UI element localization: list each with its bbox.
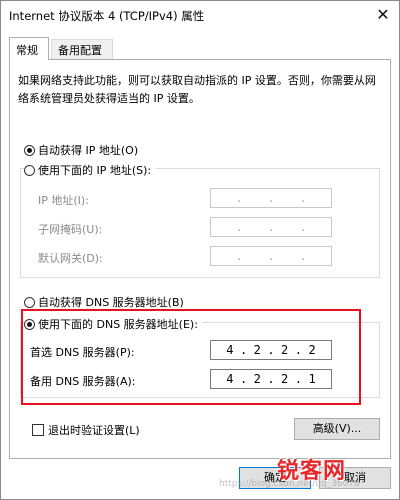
radio-manual-dns[interactable]: 使用下面的 DNS 服务器地址(E): [24, 316, 202, 332]
radio-auto-dns[interactable]: 自动获得 DNS 服务器地址(B) [24, 294, 184, 310]
subnet-mask-input[interactable]: ... [210, 217, 332, 237]
validate-settings-checkbox[interactable]: 退出时验证设置(L) [32, 422, 140, 438]
radio-checked-icon [24, 145, 35, 156]
tab-general[interactable]: 常规 [9, 37, 49, 60]
radio-unchecked-icon [24, 165, 35, 176]
preferred-dns-label: 首选 DNS 服务器(P): [30, 346, 135, 359]
default-gateway-input[interactable]: ... [210, 246, 332, 266]
tab-alternate-configuration[interactable]: 备用配置 [51, 39, 113, 59]
radio-manual-dns-label: 使用下面的 DNS 服务器地址(E): [38, 318, 198, 331]
title-bar: Internet 协议版本 4 (TCP/IPv4) 属性 ✕ [1, 1, 399, 29]
checkbox-unchecked-icon [32, 424, 44, 436]
alternate-dns-label: 备用 DNS 服务器(A): [30, 375, 136, 388]
validate-settings-label: 退出时验证设置(L) [48, 424, 140, 437]
subnet-mask-label: 子网掩码(U): [38, 223, 103, 236]
alternate-dns-input[interactable]: 4.2.2.1 [210, 369, 332, 389]
radio-checked-icon [24, 319, 35, 330]
close-icon[interactable]: ✕ [373, 6, 393, 24]
description-text: 如果网络支持此功能，则可以获取自动指派的 IP 设置。否则，你需要从网络系统管理… [18, 74, 376, 105]
window-title: Internet 协议版本 4 (TCP/IPv4) 属性 [9, 9, 205, 23]
watermark-logo: 锐客网 [277, 459, 347, 484]
radio-unchecked-icon [24, 297, 35, 308]
ip-address-input[interactable]: ... [210, 188, 332, 208]
radio-auto-ip-label: 自动获得 IP 地址(O) [38, 144, 139, 157]
radio-manual-ip[interactable]: 使用下面的 IP 地址(S): [24, 162, 156, 178]
dialog-window: Internet 协议版本 4 (TCP/IPv4) 属性 ✕ 常规 备用配置 … [0, 0, 400, 500]
radio-auto-dns-label: 自动获得 DNS 服务器地址(B) [38, 296, 184, 309]
radio-auto-ip[interactable]: 自动获得 IP 地址(O) [24, 142, 138, 158]
ip-address-label: IP 地址(I): [38, 194, 89, 207]
advanced-button[interactable]: 高级(V)... [294, 418, 380, 440]
general-tab-panel: 如果网络支持此功能，则可以获取自动指派的 IP 设置。否则，你需要从网络系统管理… [9, 59, 391, 459]
radio-manual-ip-label: 使用下面的 IP 地址(S): [38, 164, 152, 177]
preferred-dns-input[interactable]: 4.2.2.2 [210, 340, 332, 360]
default-gateway-label: 默认网关(D): [38, 252, 103, 265]
